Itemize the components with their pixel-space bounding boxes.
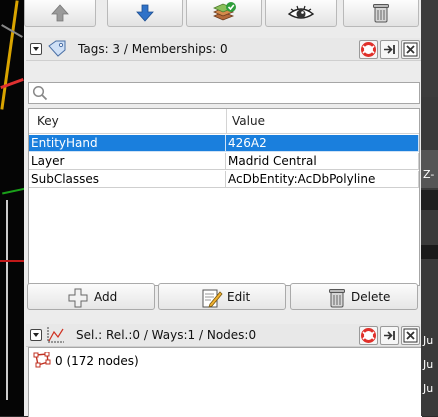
pin-icon — [384, 331, 395, 340]
move-up-button[interactable] — [24, 0, 96, 27]
lifebuoy-icon — [361, 42, 376, 57]
toolbar — [24, 0, 421, 30]
map-view[interactable] — [0, 0, 24, 416]
trash-button[interactable] — [343, 0, 419, 27]
edge-text: Ju — [423, 334, 434, 347]
trash-icon — [329, 289, 345, 308]
edge-text: Z- — [423, 168, 435, 181]
collapse-toggle[interactable] — [30, 329, 42, 341]
way-icon — [33, 351, 51, 368]
list-item-label: 0 (172 nodes) — [55, 354, 139, 368]
delete-label: Delete — [351, 290, 391, 304]
column-header-key[interactable]: Key — [37, 114, 59, 128]
help-button[interactable] — [359, 40, 378, 59]
trash-icon — [373, 4, 389, 23]
collapse-toggle[interactable] — [30, 43, 42, 55]
delete-tag-button[interactable]: Delete — [290, 283, 418, 310]
add-label: Add — [94, 290, 118, 304]
detach-button[interactable] — [380, 40, 399, 59]
visibility-button[interactable] — [265, 0, 337, 27]
table-header: Key Value — [29, 109, 419, 134]
up-arrow-icon — [51, 4, 69, 22]
close-icon — [403, 42, 418, 57]
table-row[interactable]: SubClasses AcDbEntity:AcDbPolyline — [29, 170, 419, 188]
selection-panel-header: Sel.: Rel.:0 / Ways:1 / Nodes:0 — [26, 324, 421, 347]
right-panel-edge: Z- Ju Ju Ju — [421, 0, 438, 416]
row-value: 426A2 — [226, 135, 419, 152]
table-row[interactable]: EntityHand 426A2 — [29, 134, 419, 152]
help-button[interactable] — [359, 326, 378, 345]
tag-search-input[interactable] — [28, 82, 420, 104]
selection-panel-title: Sel.: Rel.:0 / Ways:1 / Nodes:0 — [76, 328, 257, 342]
row-key: Layer — [29, 153, 226, 170]
detach-button[interactable] — [380, 326, 399, 345]
close-panel-button[interactable] — [401, 40, 420, 59]
edit-tag-button[interactable]: Edit — [158, 283, 286, 310]
eye-icon — [287, 5, 315, 19]
table-row[interactable]: Layer Madrid Central — [29, 152, 419, 170]
search-icon — [32, 85, 48, 101]
edge-text: Ju — [423, 382, 434, 395]
edge-text: Ju — [423, 358, 434, 371]
column-header-value[interactable]: Value — [232, 114, 265, 128]
down-arrow-icon — [136, 4, 154, 22]
tags-panel-header: Tags: 3 / Memberships: 0 — [26, 38, 421, 61]
selection-list: 0 (172 nodes) — [28, 347, 422, 417]
lifebuoy-icon — [361, 328, 376, 343]
layers-check-icon — [213, 2, 236, 21]
tags-panel-title: Tags: 3 / Memberships: 0 — [78, 42, 228, 56]
layers-button[interactable] — [186, 0, 262, 27]
row-key: EntityHand — [29, 135, 226, 152]
selection-icon — [47, 327, 64, 343]
properties-panel: Tags: 3 / Memberships: 0 Key Value Entit… — [24, 0, 422, 417]
add-tag-button[interactable]: Add — [27, 283, 155, 310]
row-key: SubClasses — [29, 171, 226, 188]
plus-icon — [68, 288, 88, 308]
move-down-button[interactable] — [107, 0, 183, 27]
list-item[interactable]: 0 (172 nodes) — [33, 351, 139, 371]
tags-table: Key Value EntityHand 426A2 Layer Madrid … — [28, 108, 420, 286]
edit-icon — [202, 289, 223, 308]
row-value: Madrid Central — [226, 153, 419, 170]
close-icon — [403, 328, 418, 343]
edit-label: Edit — [227, 290, 251, 304]
close-panel-button[interactable] — [401, 326, 420, 345]
row-value: AcDbEntity:AcDbPolyline — [226, 171, 419, 188]
pin-icon — [384, 45, 395, 54]
tag-icon — [48, 40, 66, 57]
column-divider[interactable] — [226, 109, 227, 133]
